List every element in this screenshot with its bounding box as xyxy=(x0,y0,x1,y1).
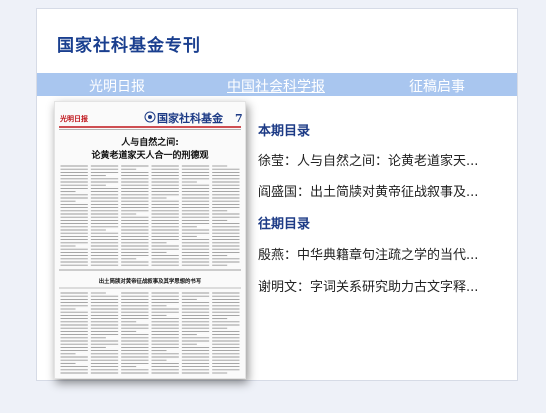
panel-title: 国家社科基金专刊 xyxy=(57,36,201,56)
tab-bar: 光明日报 中国社会科学报 征稿启事 xyxy=(37,73,517,96)
newspaper-page-image: 光明日报 国家社科基金 7 人与自然之间: 论黄老道家天人合一的刑德观 出土简牍… xyxy=(55,102,245,378)
past-article-2[interactable]: 谢明文：字词关系研究助力古文字释... xyxy=(258,276,478,295)
thumb-headline-1: 人与自然之间: xyxy=(120,136,179,148)
past-issues-heading: 往期目录 xyxy=(258,217,311,232)
current-article-1[interactable]: 徐莹：人与自然之间：论黄老道家天... xyxy=(258,150,478,169)
current-issue-heading: 本期目录 xyxy=(258,124,311,139)
newspaper-thumbnail[interactable]: 光明日报 国家社科基金 7 人与自然之间: 论黄老道家天人合一的刑德观 出土简牍… xyxy=(54,101,246,379)
special-column-panel: 国家社科基金专刊 光明日报 中国社会科学报 征稿启事 光明日报 国家社科基金 7… xyxy=(36,8,518,381)
past-article-1[interactable]: 殷燕：中华典籍章句注疏之学的当代... xyxy=(258,244,478,263)
thumb-page-number: 7 xyxy=(235,112,243,125)
tab-guangming-daily[interactable]: 光明日报 xyxy=(89,76,145,96)
thumb-headline-2: 论黄老道家天人合一的刑德观 xyxy=(91,149,208,161)
tab-cssn[interactable]: 中国社会科学报 xyxy=(227,76,325,96)
thumb-masthead: 光明日报 xyxy=(59,114,89,123)
current-article-2[interactable]: 阎盛国：出土简牍对黄帝征战叙事及... xyxy=(258,181,478,200)
tab-call-for-papers[interactable]: 征稿启事 xyxy=(409,76,465,96)
thumb-second-headline: 出土简牍对黄帝征战叙事及其学思想的书写 xyxy=(99,277,202,285)
thumb-brand: 国家社科基金 xyxy=(157,111,224,125)
